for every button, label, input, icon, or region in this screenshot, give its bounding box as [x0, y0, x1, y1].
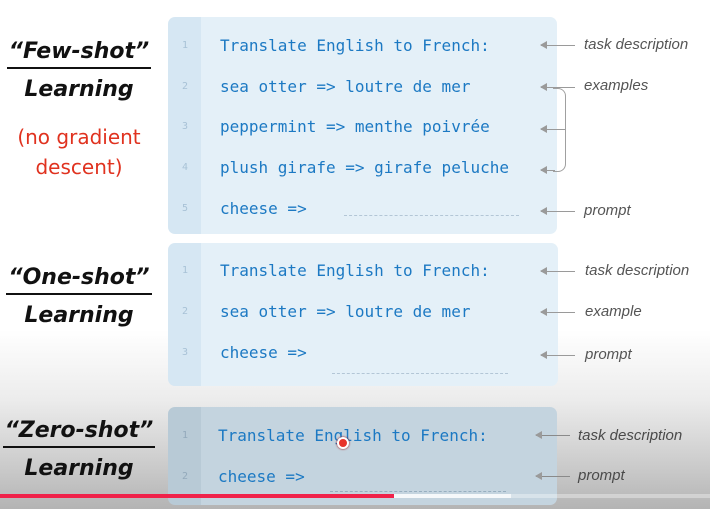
arrow-task-description	[540, 41, 575, 49]
code-line: 3 peppermint => menthe poivrée	[168, 113, 557, 141]
few-shot-heading: “Few-shot” Learning	[0, 34, 158, 110]
one-shot-title: “One-shot”	[6, 263, 152, 295]
code-line: 2 sea otter => loutre de mer	[168, 73, 557, 101]
line-number: 1	[181, 265, 189, 276]
code-text: Translate English to French:	[218, 426, 488, 445]
code-line: 1 Translate English to French:	[168, 32, 557, 60]
line-number: 5	[181, 203, 189, 214]
code-text: Translate English to French:	[220, 36, 490, 55]
code-text: cheese =>	[220, 343, 307, 362]
arrow-task-description	[535, 431, 570, 439]
code-line: 2 cheese =>	[168, 463, 557, 491]
code-text: plush girafe => girafe peluche	[220, 158, 509, 177]
arrow-prompt	[535, 472, 570, 480]
code-line: 5 cheese =>	[168, 195, 557, 223]
label-task-description: task description	[585, 262, 690, 279]
label-task-description: task description	[578, 427, 683, 444]
arrow-task-description	[540, 267, 575, 275]
code-line: 1 Translate English to French:	[168, 422, 557, 450]
code-line: 3 cheese =>	[168, 339, 558, 367]
code-text: cheese =>	[218, 467, 305, 486]
pointer-cursor	[337, 437, 349, 449]
line-number: 1	[181, 430, 189, 441]
code-line: 1 Translate English to French:	[168, 257, 558, 285]
arrow-prompt	[540, 207, 575, 215]
prompt-blank-line	[344, 215, 519, 216]
one-shot-heading: “One-shot” Learning	[0, 260, 158, 336]
zero-shot-panel: 1 Translate English to French: 2 cheese …	[168, 407, 557, 505]
few-shot-note-line1: (no gradient	[17, 125, 141, 149]
label-example: example	[585, 303, 642, 320]
one-shot-panel: 1 Translate English to French: 2 sea ott…	[168, 243, 558, 386]
few-shot-note: (no gradient descent)	[0, 122, 158, 182]
arrow-example-4	[540, 166, 555, 174]
line-number: 4	[181, 162, 189, 173]
video-played-bar	[0, 494, 395, 498]
prompt-blank-line	[330, 491, 506, 492]
code-text: Translate English to French:	[220, 261, 490, 280]
code-text: cheese =>	[220, 199, 307, 218]
code-text: sea otter => loutre de mer	[220, 302, 471, 321]
label-prompt: prompt	[585, 346, 632, 363]
arrow-prompt	[540, 351, 575, 359]
code-line: 2 sea otter => loutre de mer	[168, 298, 558, 326]
line-number: 2	[181, 306, 189, 317]
line-number: 2	[181, 81, 189, 92]
line-number: 2	[181, 471, 189, 482]
zero-shot-heading: “Zero-shot” Learning	[0, 413, 158, 489]
one-shot-subtitle: Learning	[24, 303, 134, 328]
video-progress-bar[interactable]	[0, 494, 710, 498]
few-shot-subtitle: Learning	[24, 77, 134, 102]
zero-shot-subtitle: Learning	[24, 456, 134, 481]
examples-bracket	[553, 88, 566, 172]
label-task-description: task description	[584, 36, 689, 53]
line-number: 3	[181, 347, 189, 358]
few-shot-title: “Few-shot”	[6, 37, 152, 69]
prompt-blank-line	[332, 373, 508, 374]
zero-shot-title: “Zero-shot”	[2, 416, 156, 448]
code-text: sea otter => loutre de mer	[220, 77, 471, 96]
code-line: 4 plush girafe => girafe peluche	[168, 154, 557, 182]
arrow-example	[540, 308, 575, 316]
arrow-example-3	[540, 125, 565, 133]
line-number: 1	[181, 40, 189, 51]
label-prompt: prompt	[578, 467, 625, 484]
code-text: peppermint => menthe poivrée	[220, 117, 490, 136]
label-examples: examples	[584, 77, 649, 94]
label-prompt: prompt	[584, 202, 631, 219]
few-shot-note-line2: descent)	[35, 155, 123, 179]
line-number: 3	[181, 121, 189, 132]
few-shot-panel: 1 Translate English to French: 2 sea ott…	[168, 17, 557, 234]
